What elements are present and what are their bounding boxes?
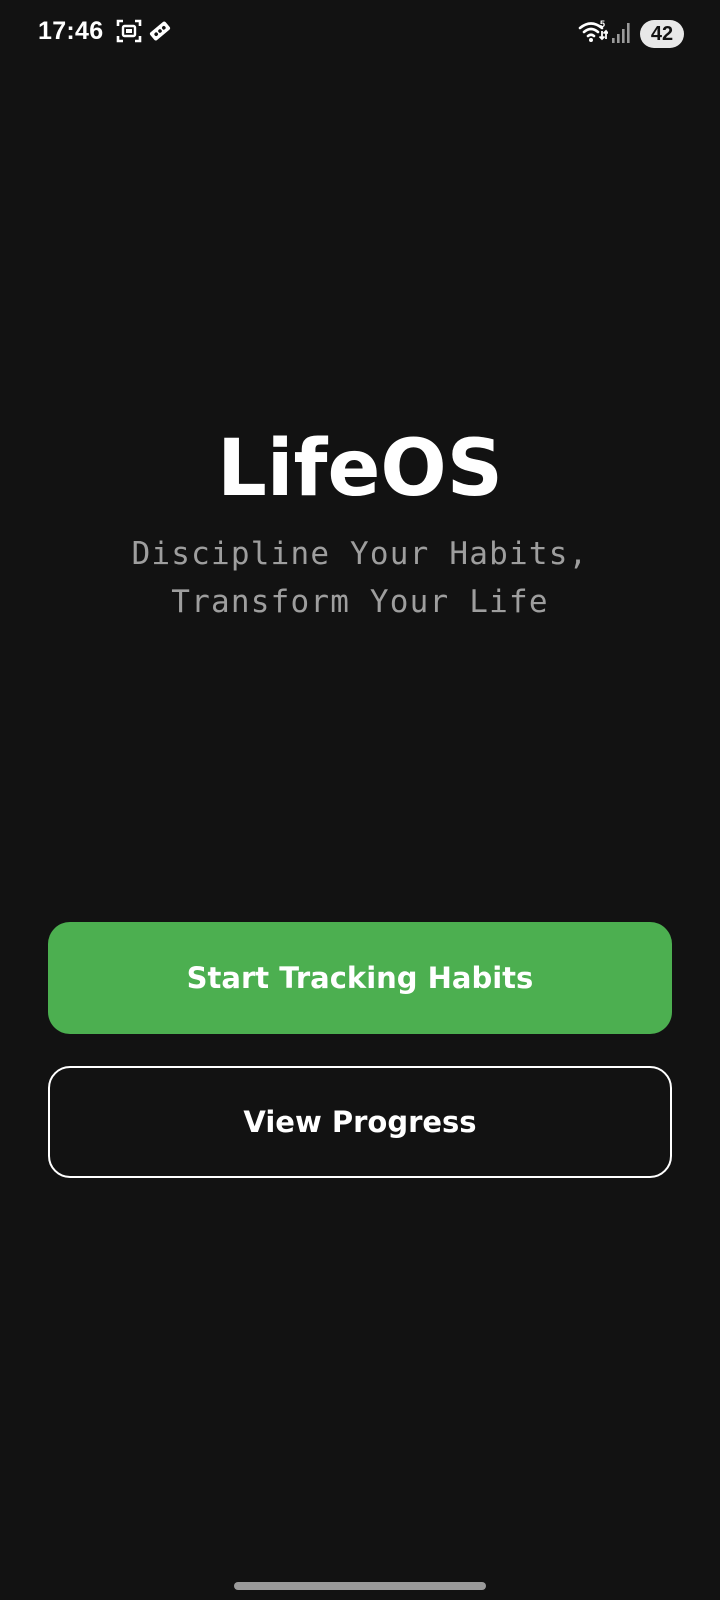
view-progress-label: View Progress [243, 1105, 477, 1139]
battery-indicator: 42 [640, 20, 684, 48]
view-progress-button[interactable]: View Progress [48, 1066, 672, 1178]
status-time: 17:46 [38, 17, 104, 45]
gesture-nav-handle[interactable] [234, 1582, 486, 1590]
screenshot-icon [116, 19, 142, 43]
wifi-icon: 5 [578, 19, 608, 42]
tagline-line-1: Discipline Your Habits, [131, 536, 589, 572]
start-tracking-habits-label: Start Tracking Habits [186, 961, 534, 995]
tagline-line-2: Transform Your Life [171, 584, 549, 620]
signal-icon [612, 23, 630, 43]
status-bar: 17:46 5 42 [0, 0, 720, 66]
media-icon [149, 21, 171, 41]
app-title: LifeOS [217, 424, 503, 514]
start-tracking-habits-button[interactable]: Start Tracking Habits [48, 922, 672, 1034]
svg-text:5: 5 [600, 19, 605, 29]
